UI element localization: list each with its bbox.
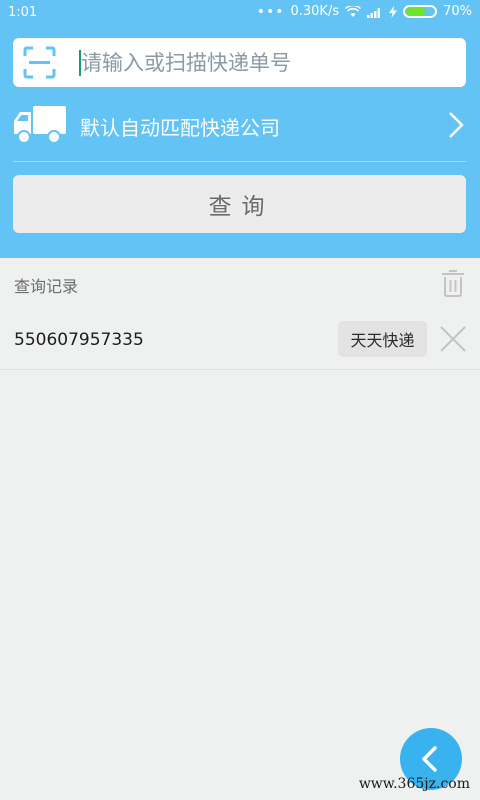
status-bar: 1:01 ••• 0.30K/s 70% bbox=[0, 0, 480, 26]
chevron-right-icon bbox=[449, 112, 464, 138]
signal-icon bbox=[367, 7, 381, 18]
query-button[interactable]: 查询 bbox=[13, 175, 466, 233]
truck-icon bbox=[14, 106, 66, 144]
tracking-search-box bbox=[13, 38, 466, 87]
status-time: 1:01 bbox=[8, 5, 38, 20]
history-record-row[interactable]: 550607957335 天天快递 bbox=[0, 311, 480, 370]
close-icon[interactable] bbox=[439, 325, 467, 353]
battery-icon bbox=[403, 5, 438, 18]
scan-icon[interactable] bbox=[23, 46, 56, 79]
status-indicators: ••• 0.30K/s 70% bbox=[257, 4, 472, 19]
header-panel: 1:01 ••• 0.30K/s 70% 请输入或扫描快递单号 默认自动匹配快递… bbox=[0, 0, 480, 258]
courier-company-label: 默认自动匹配快递公司 bbox=[80, 116, 280, 140]
battery-percent: 70% bbox=[443, 4, 472, 19]
courier-company-selector[interactable]: 默认自动匹配快递公司 bbox=[0, 98, 480, 154]
record-tracking-number: 550607957335 bbox=[14, 330, 144, 350]
chevron-left-icon bbox=[422, 746, 437, 772]
tracking-number-input[interactable] bbox=[81, 38, 451, 87]
network-speed: 0.30K/s bbox=[290, 4, 340, 19]
wifi-icon bbox=[345, 5, 362, 17]
more-dots-icon: ••• bbox=[256, 3, 285, 20]
record-company-badge: 天天快递 bbox=[338, 321, 427, 357]
watermark: www.365jz.com bbox=[358, 776, 470, 792]
charging-icon bbox=[389, 5, 398, 18]
battery-level-fill bbox=[406, 8, 426, 15]
history-title: 查询记录 bbox=[14, 277, 79, 296]
trash-icon[interactable] bbox=[440, 268, 466, 298]
divider bbox=[13, 161, 466, 162]
